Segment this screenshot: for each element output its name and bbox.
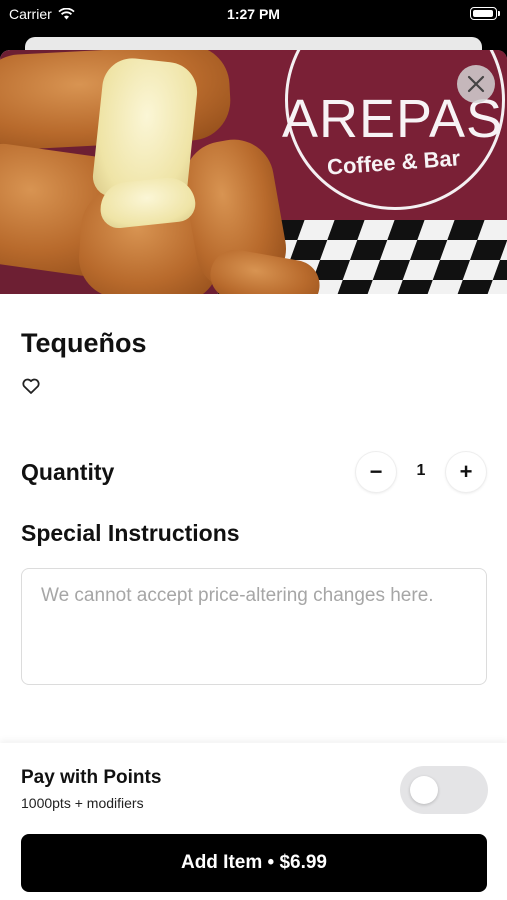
quantity-increase-button[interactable]: + [446,452,486,492]
item-detail-sheet: AREPAS Coffee & Bar Tequeños Quantity − … [0,50,507,900]
special-instructions-label: Special Instructions [21,520,240,546]
quantity-value: 1 [416,462,426,479]
item-title: Tequeños [21,328,147,358]
quantity-decrease-button[interactable]: − [356,452,396,492]
status-time: 1:27 PM [227,6,280,22]
toggle-knob [410,776,438,804]
close-icon [467,75,485,93]
quantity-label: Quantity [21,459,115,485]
heart-outline-icon[interactable] [21,376,41,396]
close-button[interactable] [457,65,495,103]
pay-with-points-toggle[interactable] [400,766,488,814]
points-cost-text: 1000pts + modifiers [21,795,144,811]
pay-with-points-label: Pay with Points [21,767,162,788]
special-instructions-input[interactable] [21,568,487,685]
battery-icon [470,7,500,20]
status-bar: Carrier 1:27 PM [0,0,507,30]
minus-icon: − [369,459,383,484]
plus-icon: + [459,459,473,484]
footer-panel: Pay with Points 1000pts + modifiers Add … [0,743,507,900]
add-item-button[interactable]: Add Item • $6.99 [21,834,487,892]
item-hero-image: AREPAS Coffee & Bar [0,50,507,294]
